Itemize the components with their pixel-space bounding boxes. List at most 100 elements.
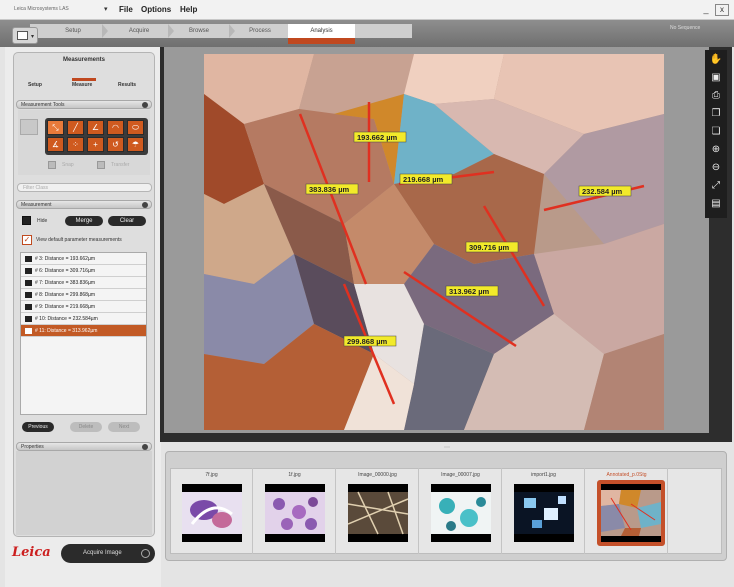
tab-browse[interactable]: Browse xyxy=(170,24,228,38)
menu-file[interactable]: File xyxy=(119,5,133,14)
thumbnail-image[interactable] xyxy=(601,484,661,542)
list-item-label: # 10: Distance = 232.584µm xyxy=(35,316,98,322)
measurement-tools-header[interactable]: Measurement Tools xyxy=(16,100,152,109)
transfer-checkbox[interactable] xyxy=(97,161,105,169)
viewer-toolbar: ✋ ▣ ⎙ ❐ ❏ ⊕ ⊖ ⤢ ▤ xyxy=(705,50,727,218)
list-item[interactable]: # 3: Distance = 193.662µm xyxy=(21,253,146,265)
splitter-grip-icon[interactable]: ⋯ xyxy=(444,444,450,451)
paste-icon[interactable]: ❏ xyxy=(709,125,723,139)
undo-tool-icon[interactable]: ↺ xyxy=(107,137,124,152)
properties-header[interactable]: Properties xyxy=(16,442,152,451)
thumbnail-image[interactable] xyxy=(431,484,491,542)
thumbnail-name: Image_00007.jpg xyxy=(441,472,480,478)
list-item-label: # 8: Distance = 299.868µm xyxy=(35,292,95,298)
delete-button[interactable]: Delete xyxy=(70,422,102,432)
merge-button[interactable]: Merge xyxy=(65,216,103,226)
thumbnail-image[interactable] xyxy=(514,484,574,542)
app-title-dropdown-icon[interactable]: ▾ xyxy=(104,5,108,13)
list-item-label: # 7: Distance = 383.836µm xyxy=(35,280,95,286)
distance-tool-icon[interactable]: ╱ xyxy=(67,120,84,135)
hide-label: Hide xyxy=(37,218,48,224)
ruler-icon xyxy=(25,268,32,274)
acquire-image-button[interactable]: Acquire Image xyxy=(61,544,155,563)
thumbnail-image[interactable] xyxy=(182,484,242,542)
tab-acquire[interactable]: Acquire xyxy=(110,24,168,38)
menu-options[interactable]: Options xyxy=(141,5,171,14)
mode-icon xyxy=(17,31,28,40)
microscope-image[interactable]: 193.662 µm 219.668 µm 383.836 µm 232.584 µm… xyxy=(204,54,664,430)
measurement-list[interactable]: # 3: Distance = 193.662µm # 6: Distance … xyxy=(20,252,147,415)
measurement-label: 383.836 µm xyxy=(309,185,350,194)
group-title: Measurement xyxy=(21,202,52,208)
thumbnail-name: 1f.jpg xyxy=(288,472,301,478)
ruler-icon xyxy=(25,328,32,334)
list-item-selected[interactable]: # 11: Distance = 313.962µm xyxy=(21,325,146,337)
subtab-measure[interactable]: Measure xyxy=(72,82,92,88)
angle-3pt-tool-icon[interactable]: ∡ xyxy=(47,137,64,152)
menu-help[interactable]: Help xyxy=(180,5,197,14)
close-button[interactable]: x xyxy=(715,4,729,16)
points-tool-icon[interactable]: ⁘ xyxy=(67,137,84,152)
subtab-results[interactable]: Results xyxy=(118,82,136,88)
list-item[interactable]: # 8: Distance = 299.868µm xyxy=(21,289,146,301)
gear-icon[interactable] xyxy=(142,202,148,208)
snap-label: Snap xyxy=(62,162,74,168)
list-item-label: # 3: Distance = 193.662µm xyxy=(35,256,95,262)
crosshair-tool-icon[interactable]: + xyxy=(87,137,104,152)
ruler-icon xyxy=(25,256,32,262)
class-filter-field[interactable]: Filter Class xyxy=(17,183,152,192)
measurement-label: 299.868 µm xyxy=(347,337,388,346)
list-item[interactable]: # 10: Distance = 232.584µm xyxy=(21,313,146,325)
view-default-checkbox[interactable]: ✓ xyxy=(22,235,32,245)
list-item[interactable]: # 7: Distance = 383.836µm xyxy=(21,277,146,289)
thumbnail-image[interactable] xyxy=(265,484,325,542)
previous-button[interactable]: Previous xyxy=(22,422,54,432)
overlay-icon[interactable]: ▤ xyxy=(709,197,723,211)
gear-icon[interactable] xyxy=(142,102,148,108)
list-item[interactable]: # 6: Distance = 309.716µm xyxy=(21,265,146,277)
chevron-down-icon: ▾ xyxy=(31,34,35,40)
snap-checkbox[interactable] xyxy=(48,161,56,169)
tool-grid: ⤡ ╱ ∠ ◠ ⬭ ∡ ⁘ + ↺ ☂ xyxy=(45,118,148,155)
zoom-out-icon[interactable]: ⊖ xyxy=(709,161,723,175)
clear-button[interactable]: Clear xyxy=(108,216,146,226)
subtab-setup[interactable]: Setup xyxy=(28,82,42,88)
tool-select-icon[interactable] xyxy=(20,119,38,135)
angle-tool-icon[interactable]: ∠ xyxy=(87,120,104,135)
fit-icon[interactable]: ⤢ xyxy=(709,179,723,193)
line-tool-icon[interactable]: ⤡ xyxy=(47,120,64,135)
camera-icon xyxy=(141,549,150,558)
sequence-label: No Sequence xyxy=(670,25,701,31)
tab-process[interactable]: Process xyxy=(232,24,288,38)
measurement-header[interactable]: Measurement xyxy=(16,200,152,209)
leica-logo: Leica xyxy=(12,545,51,560)
ellipse-tool-icon[interactable]: ⬭ xyxy=(127,120,144,135)
zoom-in-icon[interactable]: ⊕ xyxy=(709,143,723,157)
minimize-button[interactable]: _ xyxy=(700,4,712,15)
arc-tool-icon[interactable]: ◠ xyxy=(107,120,124,135)
group-title: Measurement Tools xyxy=(21,102,65,108)
save-icon[interactable]: ▣ xyxy=(709,71,723,85)
tab-separator xyxy=(102,24,108,38)
measurement-label: 313.962 µm xyxy=(449,287,490,296)
acquire-label: Acquire Image xyxy=(83,550,122,556)
list-item[interactable]: # 9: Distance = 219.668µm xyxy=(21,301,146,313)
print-icon[interactable]: ⎙ xyxy=(709,89,723,103)
tab-setup[interactable]: Setup xyxy=(44,24,102,38)
next-button[interactable]: Next xyxy=(108,422,140,432)
viewer-frame-strip xyxy=(340,433,710,442)
copy-icon[interactable]: ❐ xyxy=(709,107,723,121)
tab-analysis[interactable]: Analysis xyxy=(288,24,355,38)
thumbnail-image[interactable] xyxy=(348,484,408,542)
grain xyxy=(404,54,504,104)
hand-icon[interactable]: ✋ xyxy=(709,53,723,67)
hide-checkbox[interactable] xyxy=(22,216,31,225)
ruler-icon xyxy=(25,304,32,310)
measurement-label: 309.716 µm xyxy=(469,243,510,252)
ruler-icon xyxy=(25,316,32,322)
mode-menu-button[interactable]: ▾ xyxy=(12,27,38,44)
active-tab-indicator xyxy=(288,38,355,44)
stamp-tool-icon[interactable]: ☂ xyxy=(127,137,144,152)
gear-icon[interactable] xyxy=(142,444,148,450)
panel-title: Measurements xyxy=(62,57,106,63)
